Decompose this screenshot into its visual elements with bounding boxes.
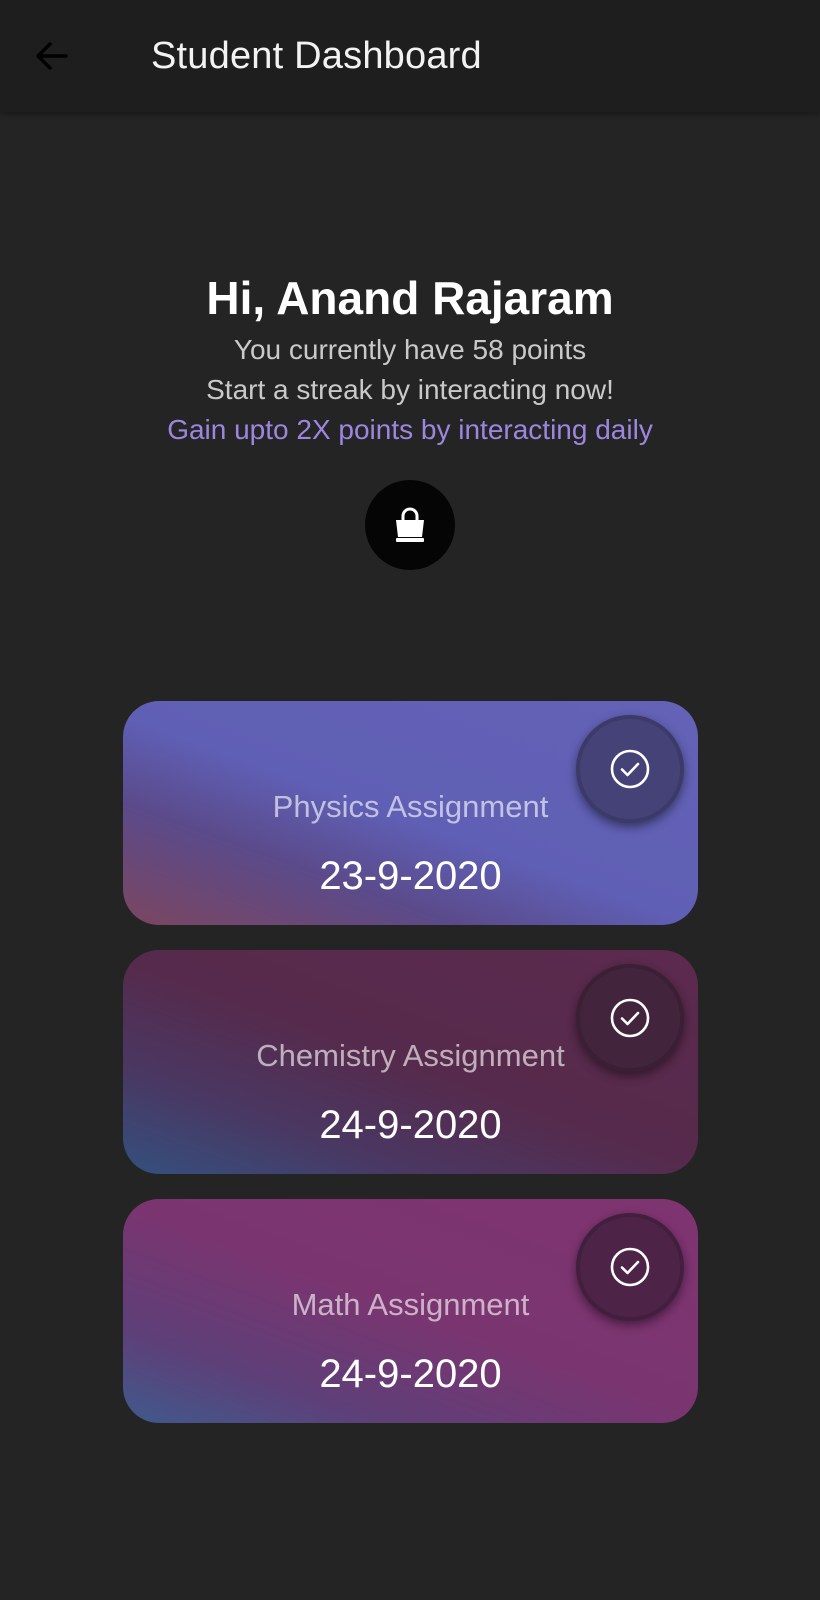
- page-title: Student Dashboard: [151, 35, 482, 77]
- check-circle-icon: [610, 1247, 650, 1287]
- arrow-left-icon: [36, 42, 68, 70]
- shop-button[interactable]: [365, 480, 455, 570]
- shopping-bag-icon: [396, 507, 424, 542]
- assignment-title: Physics Assignment: [272, 789, 549, 824]
- assignment-date: 24-9-2020: [319, 1103, 502, 1147]
- points-text: You currently have 58 points: [233, 334, 587, 365]
- assignment-date: 23-9-2020: [319, 854, 502, 898]
- assignment-date: 24-9-2020: [319, 1352, 502, 1396]
- assignment-title: Chemistry Assignment: [256, 1038, 565, 1073]
- app-bar: Student Dashboard: [0, 0, 820, 112]
- assignment-card-physics[interactable]: Physics Assignment 23-9-2020: [123, 701, 698, 925]
- check-circle-icon: [610, 998, 650, 1038]
- bonus-text: Gain upto 2X points by interacting daily: [167, 414, 653, 445]
- check-circle-icon: [610, 749, 650, 789]
- back-button[interactable]: [26, 30, 78, 82]
- assignment-card-math[interactable]: Math Assignment 24-9-2020: [123, 1199, 698, 1423]
- assignment-title: Math Assignment: [291, 1287, 530, 1322]
- assignment-card-chemistry[interactable]: Chemistry Assignment 24-9-2020: [123, 950, 698, 1174]
- greeting-heading: Hi, Anand Rajaram: [206, 272, 614, 324]
- streak-text: Start a streak by interacting now!: [206, 374, 614, 405]
